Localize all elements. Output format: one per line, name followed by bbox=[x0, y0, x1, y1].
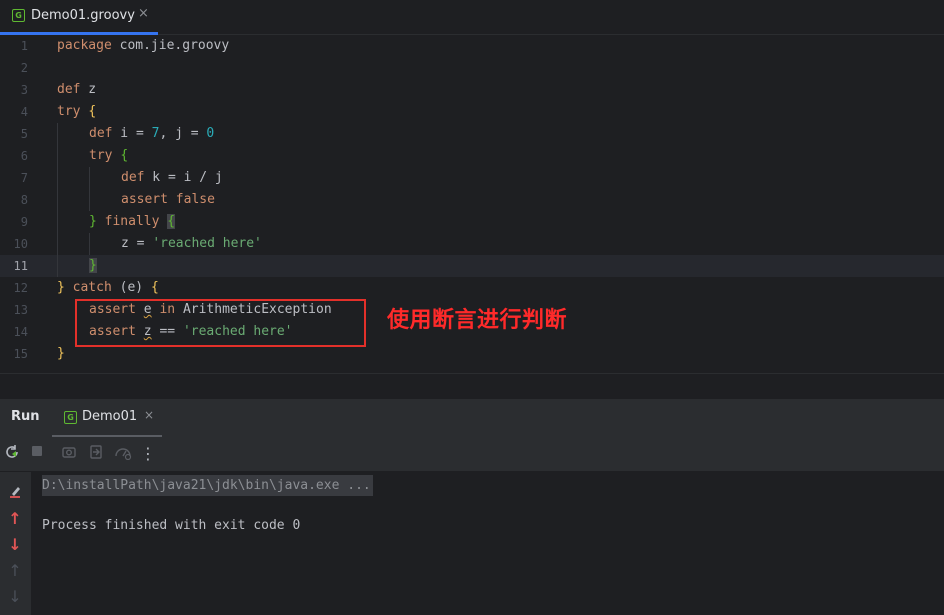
clear-icon[interactable] bbox=[5, 483, 25, 503]
code-line-10: z = 'reached here' bbox=[121, 236, 262, 251]
code-line-1: package com.jie.groovy bbox=[57, 38, 230, 53]
code-line-8: assert false bbox=[121, 192, 215, 207]
line-number: 14 bbox=[13, 325, 28, 339]
scroll-up-icon[interactable]: ↑ bbox=[5, 561, 25, 581]
down-arrow-icon[interactable]: ↓ bbox=[5, 535, 25, 555]
tab-demo01-groovy[interactable]: G Demo01.groovy × bbox=[0, 0, 158, 35]
run-tab-demo01[interactable]: G Demo01 × bbox=[52, 399, 162, 437]
export-icon[interactable] bbox=[86, 444, 106, 464]
groovy-run-config-icon: G bbox=[64, 411, 77, 424]
line-number: 2 bbox=[20, 61, 28, 75]
code-line-4: try { bbox=[57, 104, 97, 119]
current-line-highlight bbox=[0, 255, 944, 277]
scroll-down-icon[interactable]: ↓ bbox=[5, 587, 25, 607]
annotation-text: 使用断言进行判断 bbox=[387, 308, 568, 333]
console-exit-message: Process finished with exit code 0 bbox=[42, 518, 301, 533]
more-icon[interactable]: ⋮ bbox=[138, 444, 158, 464]
line-number: 8 bbox=[20, 193, 28, 207]
indent-guide bbox=[57, 123, 58, 277]
up-arrow-icon[interactable]: ↑ bbox=[5, 509, 25, 529]
run-panel-header: Run G Demo01 × bbox=[0, 399, 944, 437]
code-line-12: } catch (e) { bbox=[57, 280, 159, 295]
line-number: 10 bbox=[13, 237, 28, 251]
rerun-icon[interactable] bbox=[2, 444, 22, 464]
line-number: 6 bbox=[20, 149, 28, 163]
close-run-tab-icon[interactable]: × bbox=[144, 408, 154, 422]
profiler-icon[interactable] bbox=[113, 444, 133, 464]
code-line-15: } bbox=[57, 346, 65, 361]
run-tab-label: Demo01 bbox=[82, 409, 138, 424]
line-number: 13 bbox=[13, 303, 28, 317]
code-line-5: def i = 7, j = 0 bbox=[89, 126, 215, 141]
code-line-3: def z bbox=[57, 82, 97, 97]
panel-divider bbox=[0, 373, 944, 399]
line-number: 3 bbox=[20, 83, 28, 97]
line-number: 5 bbox=[20, 127, 28, 141]
groovy-file-icon: G bbox=[12, 9, 25, 22]
line-number-current: 11 bbox=[13, 259, 28, 273]
screenshot-icon[interactable] bbox=[59, 444, 79, 464]
code-line-6: try { bbox=[89, 148, 129, 163]
run-panel-title: Run bbox=[11, 409, 40, 424]
close-tab-icon[interactable]: × bbox=[138, 6, 149, 21]
tab-label: Demo01.groovy bbox=[31, 8, 135, 23]
line-number: 1 bbox=[20, 39, 28, 53]
stop-icon[interactable] bbox=[27, 444, 47, 464]
line-number: 15 bbox=[13, 347, 28, 361]
code-line-11: } bbox=[89, 258, 97, 273]
console-output[interactable]: D:\installPath\java21\jdk\bin\java.exe .… bbox=[31, 472, 944, 615]
console-side-toolbar: ↑ ↓ ↑ ↓ bbox=[0, 472, 31, 615]
line-number: 4 bbox=[20, 105, 28, 119]
code-line-9: } finally { bbox=[89, 214, 176, 229]
line-number: 7 bbox=[20, 171, 28, 185]
console-command-line[interactable]: D:\installPath\java21\jdk\bin\java.exe .… bbox=[42, 475, 373, 496]
highlight-box bbox=[75, 299, 366, 347]
indent-guide bbox=[89, 233, 90, 255]
line-number-gutter: 1 2 3 4 5 6 7 8 9 10 11 12 13 14 15 bbox=[0, 35, 52, 373]
line-number: 9 bbox=[20, 215, 28, 229]
indent-guide bbox=[89, 167, 90, 211]
run-toolbar: ⋮ bbox=[0, 437, 944, 472]
code-line-7: def k = i / j bbox=[121, 170, 223, 185]
line-number: 12 bbox=[13, 281, 28, 295]
editor-tab-bar: G Demo01.groovy × bbox=[0, 0, 944, 35]
